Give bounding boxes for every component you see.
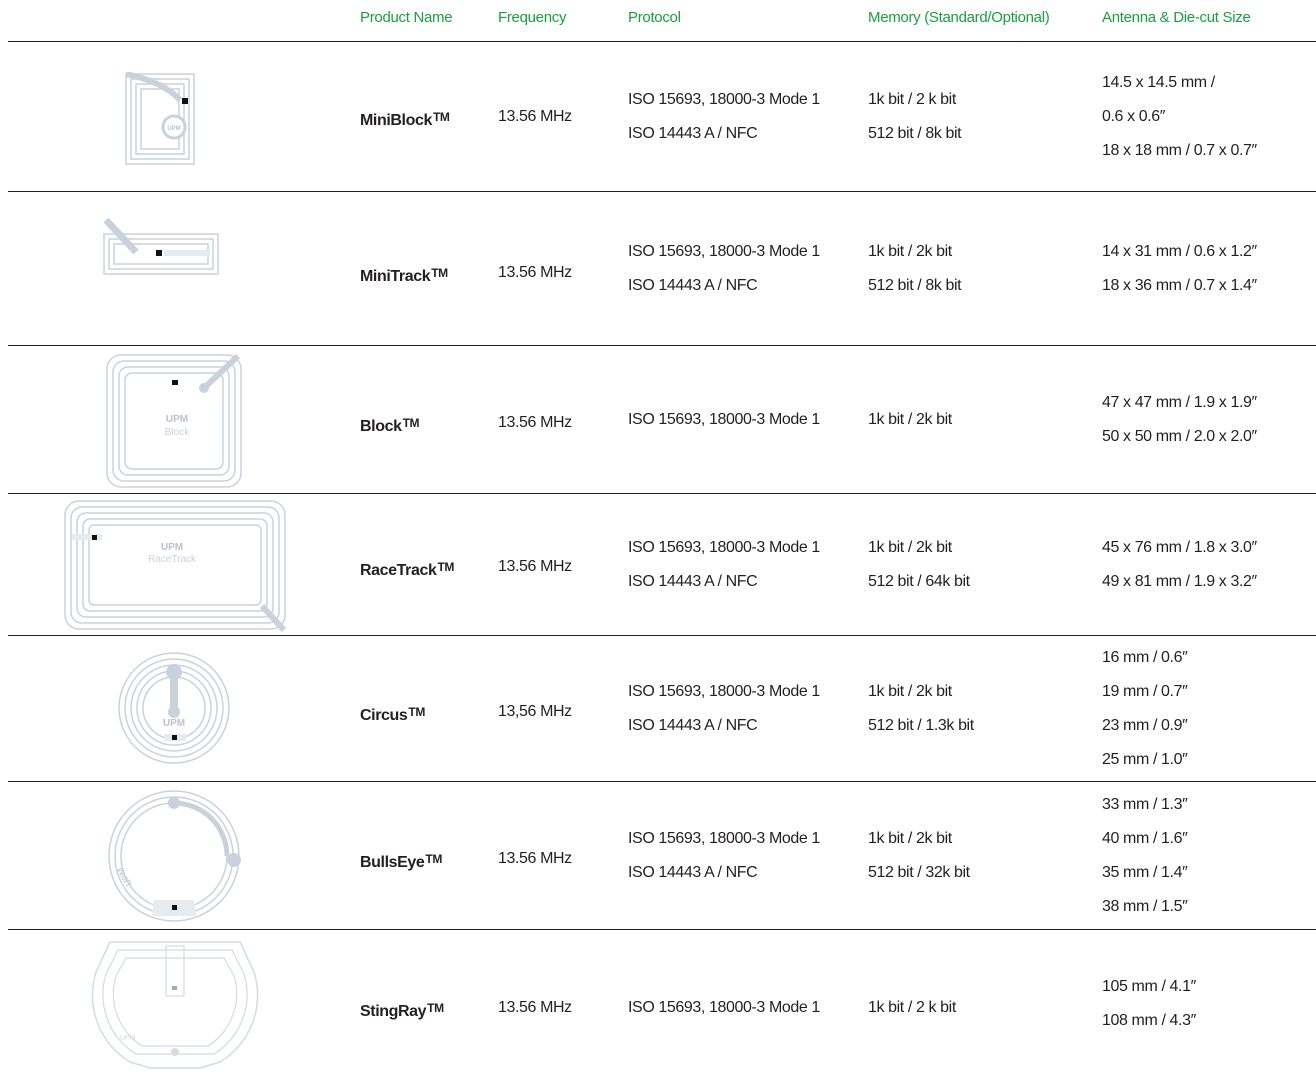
protocol-cell: ISO 15693, 18000-3 Mode 1 — [628, 411, 820, 428]
product-name: StingRayTM — [360, 1001, 444, 1020]
memory-cell: 1k bit / 2k bit — [868, 411, 952, 428]
frequency-cell: 13.56 MHz — [498, 850, 572, 867]
product-name: RaceTrackTM — [360, 560, 454, 579]
header-antenna: Antenna & Die-cut Size — [1102, 9, 1251, 26]
tag-logo-text: UPM — [167, 126, 180, 132]
protocol-cell: ISO 15693, 18000-3 Mode 1 ISO 14443 A / N… — [628, 91, 820, 142]
tag-caption-text: RaceTrack — [148, 554, 197, 565]
protocol-cell: ISO 15693, 18000-3 Mode 1 ISO 14443 A / N… — [628, 243, 820, 294]
antenna-cell: 47 x 47 mm / 1.9 x 1.9″ 50 x 50 mm / 2.0 … — [1102, 394, 1257, 445]
tag-logo-text: UPM — [161, 542, 183, 553]
table-row: UPM CircusTM 13,56 MHz ISO 15693, 18000-… — [0, 636, 1316, 782]
memory-cell: 1k bit / 2k bit 512 bit / 1.3k bit — [868, 683, 974, 734]
table-row: UPM MiniBlockTM 13.56 MHz ISO 15693, 180… — [0, 42, 1316, 192]
tag-caption-text: Block — [165, 427, 190, 438]
stingray-tag-image: UPM — [91, 941, 259, 1069]
antenna-cell: 14 x 31 mm / 0.6 x 1.2″ 18 x 36 mm / 0.7 … — [1102, 243, 1257, 294]
antenna-cell: 105 mm / 4.1″ 108 mm / 4.3″ — [1102, 978, 1196, 1029]
memory-cell: 1k bit / 2k bit 512 bit / 8k bit — [868, 243, 962, 294]
antenna-cell: 16 mm / 0.6″ 19 mm / 0.7″ 23 mm / 0.9″ 25 m… — [1102, 649, 1188, 768]
protocol-cell: ISO 15693, 18000-3 Mode 1 ISO 14443 A / N… — [628, 830, 820, 881]
antenna-cell: 45 x 76 mm / 1.8 x 3.0″ 49 x 81 mm / 1.9 … — [1102, 539, 1257, 590]
antenna-cell: 14.5 x 14.5 mm /0.6 x 0.6″ 18 x 18 mm / 0… — [1102, 74, 1257, 159]
table-header: Product Name Frequency Protocol Memory (… — [0, 0, 1316, 40]
header-protocol: Protocol — [628, 9, 681, 26]
frequency-cell: 13.56 MHz — [498, 108, 572, 125]
frequency-cell: 13.56 MHz — [498, 264, 572, 281]
memory-cell: 1k bit / 2 k bit 512 bit / 8k bit — [868, 91, 962, 142]
frequency-cell: 13,56 MHz — [498, 703, 572, 720]
miniblock-tag-image: UPM — [125, 72, 195, 165]
memory-cell: 1k bit / 2k bit 512 bit / 32k bit — [868, 830, 970, 881]
table-row: UPM BullsEyeTM 13.56 MHz ISO 15693, 1800… — [0, 782, 1316, 930]
memory-cell: 1k bit / 2k bit 512 bit / 64k bit — [868, 539, 970, 590]
product-name: CircusTM — [360, 705, 425, 724]
protocol-cell: ISO 15693, 18000-3 Mode 1 ISO 14443 A / N… — [628, 683, 820, 734]
product-name: BlockTM — [360, 416, 420, 435]
protocol-cell: ISO 15693, 18000-3 Mode 1 ISO 14443 A / N… — [628, 539, 820, 590]
tag-logo-text: UPM — [120, 1035, 136, 1042]
bullseye-tag-image: UPM — [108, 790, 241, 922]
minitrack-tag-image — [103, 217, 219, 275]
product-name: MiniBlockTM — [360, 110, 450, 129]
tag-logo-text: UPM — [115, 866, 134, 888]
circus-tag-image: UPM — [118, 652, 230, 764]
product-name: MiniTrackTM — [360, 266, 448, 285]
table-row: UPM Block BlockTM 13.56 MHz ISO 15693, 1… — [0, 346, 1316, 494]
tag-logo-text: UPM — [166, 414, 188, 425]
antenna-cell: 33 mm / 1.3″ 40 mm / 1.6″ 35 mm / 1.4″ 38 m… — [1102, 796, 1188, 915]
protocol-cell: ISO 15693, 18000-3 Mode 1 — [628, 999, 820, 1016]
table-row: UPM RaceTrack RaceTrackTM 13.56 MHz ISO … — [0, 494, 1316, 636]
header-product-name: Product Name — [360, 9, 453, 26]
product-name: BullsEyeTM — [360, 852, 442, 871]
table-row: UPM StingRayTM 13.56 MHz ISO 15693, 1800… — [0, 930, 1316, 1078]
table-row: MiniTrackTM 13.56 MHz ISO 15693, 18000-3… — [0, 192, 1316, 346]
header-frequency: Frequency — [498, 9, 567, 26]
frequency-cell: 13.56 MHz — [498, 558, 572, 575]
tag-logo-text: UPM — [163, 718, 185, 729]
frequency-cell: 13.56 MHz — [498, 999, 572, 1016]
memory-cell: 1k bit / 2 k bit — [868, 999, 956, 1016]
header-memory: Memory (Standard/Optional) — [868, 9, 1050, 26]
racetrack-tag-image: UPM RaceTrack — [64, 500, 287, 632]
frequency-cell: 13.56 MHz — [498, 414, 572, 431]
block-tag-image: UPM Block — [106, 353, 242, 488]
